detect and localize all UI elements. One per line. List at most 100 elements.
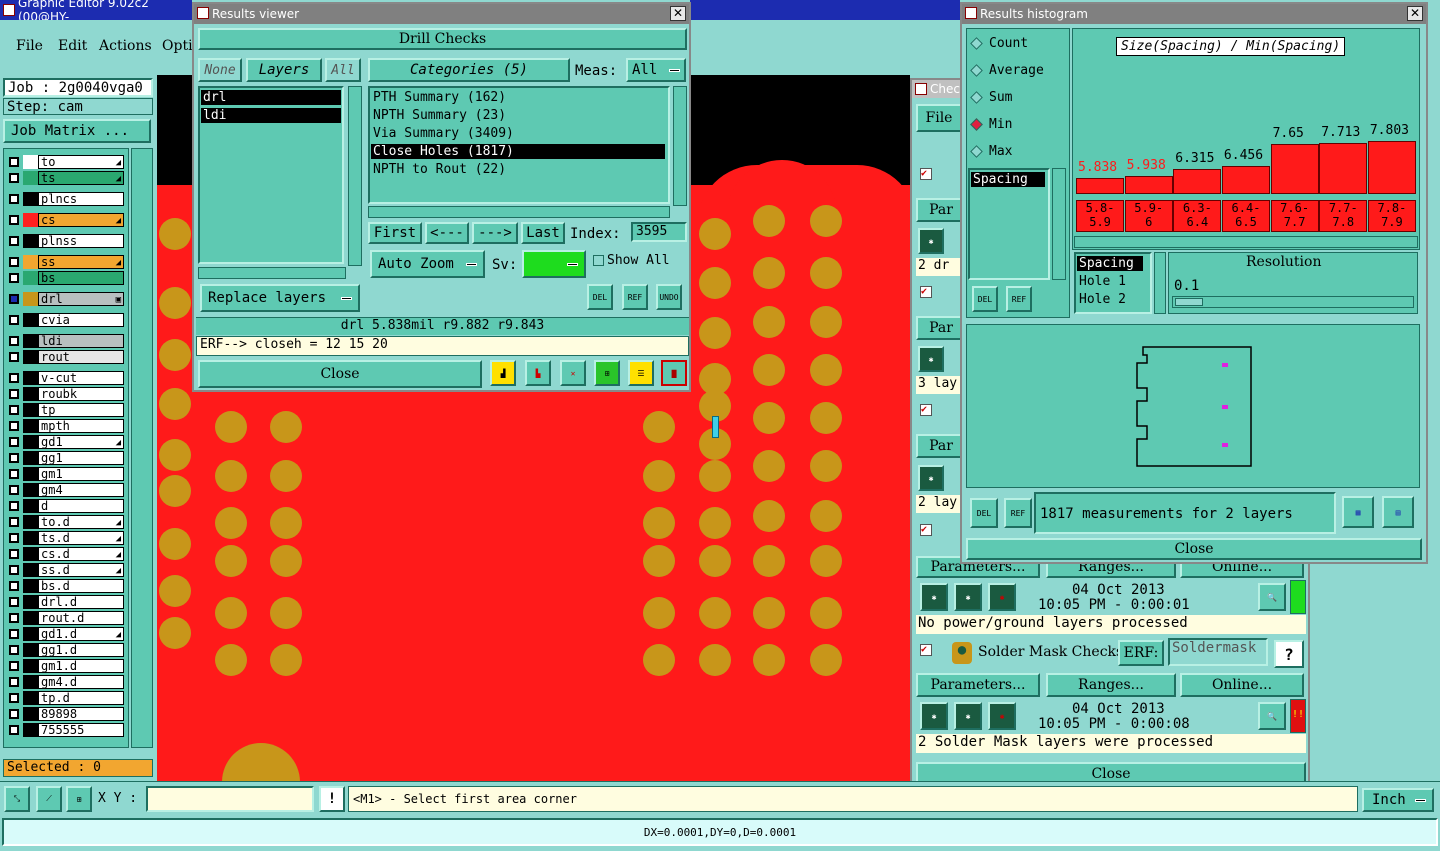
layer-checkbox[interactable] — [6, 611, 22, 625]
rv-layer-item-drl[interactable]: drl — [201, 90, 341, 105]
rv-close-button[interactable]: Close — [198, 360, 482, 388]
hist-bin-label[interactable]: 7.6- 7.7 — [1270, 200, 1319, 232]
checks-run-icon-b1[interactable]: ✱ — [920, 702, 948, 730]
rv-del-button[interactable]: DEL — [587, 284, 613, 310]
layer-checkbox[interactable] — [6, 271, 22, 285]
rv-category-item[interactable]: PTH Summary (162) — [371, 90, 665, 105]
rv-categories-button[interactable]: Categories (5) — [368, 58, 570, 82]
hist-bar[interactable] — [1221, 166, 1271, 194]
rv-category-vscroll[interactable] — [673, 86, 687, 206]
layer-row-d[interactable]: d — [6, 499, 124, 513]
checks-par-2[interactable]: Par — [916, 316, 966, 340]
grid-icon[interactable]: ⊞ — [66, 786, 92, 812]
layer-checkbox[interactable] — [6, 403, 22, 417]
rv-sv-select[interactable] — [522, 250, 586, 278]
hist-bar[interactable] — [1076, 178, 1125, 194]
layer-row-gm4[interactable]: gm4 — [6, 483, 124, 497]
layer-checkbox[interactable] — [6, 192, 22, 206]
layer-row-89898[interactable]: 89898 — [6, 707, 124, 721]
checks-zoom-icon-2[interactable]: 🔍 — [1258, 702, 1286, 730]
hist-ref-button-2[interactable]: REF — [1004, 498, 1032, 528]
soldermask-erf-button[interactable]: ERF: — [1118, 640, 1164, 666]
rv-next-button[interactable]: ---> — [472, 222, 518, 244]
layer-checkbox[interactable] — [6, 531, 22, 545]
rv-tool-icon-4[interactable]: ⊞ — [594, 360, 620, 386]
rv-category-hscroll[interactable] — [368, 206, 670, 218]
hist-ref-button-1[interactable]: REF — [1006, 286, 1032, 312]
hist-bar[interactable] — [1124, 176, 1173, 194]
layer-row-gd1[interactable]: gd1 ◢ — [6, 435, 124, 449]
layer-checkbox[interactable] — [6, 313, 22, 327]
rv-close-icon[interactable]: ✕ — [670, 6, 686, 21]
checks-vscroll[interactable] — [1308, 580, 1310, 750]
hist-del-button-2[interactable]: DEL — [970, 498, 998, 528]
rv-layer-hscroll[interactable] — [198, 267, 346, 279]
layer-checkbox[interactable] — [6, 563, 22, 577]
rv-tool-icon-3[interactable]: ✕ — [560, 360, 586, 386]
layer-row-ldi[interactable]: ldi — [6, 334, 124, 348]
measure-icon[interactable]: ⟋ — [36, 786, 62, 812]
zoom-area-icon[interactable]: ⤡ — [4, 786, 30, 812]
layer-row-ss-d[interactable]: ss.d ◢ — [6, 563, 124, 577]
checks-ranges-button-2[interactable]: Ranges... — [1046, 673, 1176, 697]
rv-show-all-checkbox[interactable] — [593, 255, 604, 266]
hist-spacing-hole-item-2[interactable]: Hole 2 — [1077, 292, 1126, 307]
alert-icon[interactable]: ! — [319, 786, 345, 812]
layer-checkbox[interactable] — [6, 691, 22, 705]
layer-row-to[interactable]: to ◢ — [6, 155, 124, 169]
checks-run-icon-3[interactable]: ✱ — [918, 465, 944, 491]
layer-checkbox[interactable] — [6, 419, 22, 433]
layer-row-plnss[interactable]: plnss — [6, 234, 124, 248]
checks-row1-check[interactable]: ✔ — [920, 168, 932, 180]
layer-row-gm1-d[interactable]: gm1.d — [6, 659, 124, 673]
rv-category-item[interactable]: Close Holes (1817) — [371, 144, 665, 159]
layer-checkbox[interactable] — [6, 675, 22, 689]
rv-last-button[interactable]: Last — [521, 222, 565, 244]
menu-edit[interactable]: Edit — [58, 38, 87, 54]
soldermask-check[interactable]: ✔ — [920, 644, 932, 656]
layer-row-drl[interactable]: drl ▣ — [6, 292, 124, 306]
hist-bar[interactable] — [1367, 141, 1416, 194]
rv-tool-icon-2[interactable]: ▙ — [525, 360, 551, 386]
layer-checkbox[interactable] — [6, 371, 22, 385]
layer-row-gg1[interactable]: gg1 — [6, 451, 124, 465]
hist-export-icon-1[interactable]: ▦ — [1342, 496, 1374, 528]
layer-checkbox[interactable] — [6, 451, 22, 465]
layer-checkbox[interactable] — [6, 155, 22, 169]
rv-first-button[interactable]: First — [368, 222, 422, 244]
checks-run-icon-1[interactable]: ✱ — [918, 228, 944, 254]
checks-row4-check[interactable]: ✔ — [920, 524, 932, 536]
soldermask-help-button[interactable]: ? — [1274, 640, 1304, 668]
checks-run-icon-b3[interactable]: ✱ — [988, 702, 1016, 730]
rv-none-button[interactable]: None — [198, 58, 242, 82]
rv-tool-icon-5[interactable]: ☰ — [628, 360, 654, 386]
checks-parameters-button-2[interactable]: Parameters... — [916, 673, 1040, 697]
layer-checkbox[interactable] — [6, 387, 22, 401]
layer-checkbox[interactable] — [6, 643, 22, 657]
hist-bin-label[interactable]: 5.8- 5.9 — [1076, 200, 1125, 232]
rv-replace-layers-select[interactable]: Replace layers — [200, 284, 360, 312]
hist-close-icon[interactable]: ✕ — [1407, 6, 1423, 21]
layer-checkbox[interactable] — [6, 499, 22, 513]
hist-radio-sum[interactable]: Sum — [970, 90, 1012, 105]
layer-checkbox[interactable] — [6, 547, 22, 561]
rv-undo-button[interactable]: UNDO — [656, 284, 682, 310]
layer-checkbox[interactable] — [6, 627, 22, 641]
layer-row-drl-d[interactable]: drl.d — [6, 595, 124, 609]
layer-scroll[interactable] — [131, 148, 153, 748]
layer-row-ss[interactable]: ss ◢ — [6, 255, 124, 269]
checks-file-menu[interactable]: File — [916, 104, 962, 132]
layer-row-v-cut[interactable]: v-cut — [6, 371, 124, 385]
checks-par-1[interactable]: Par — [916, 198, 966, 222]
rv-layer-vscroll[interactable] — [348, 86, 362, 266]
layer-row-cs[interactable]: cs ◢ — [6, 213, 124, 227]
layer-checkbox[interactable] — [6, 213, 22, 227]
layer-row-to-d[interactable]: to.d ◢ — [6, 515, 124, 529]
layer-row-bs-d[interactable]: bs.d — [6, 579, 124, 593]
checks-run-icon-b2[interactable]: ✱ — [954, 702, 982, 730]
layer-row-mpth[interactable]: mpth — [6, 419, 124, 433]
checks-par-3[interactable]: Par — [916, 434, 966, 458]
layer-row-cs-d[interactable]: cs.d ◢ — [6, 547, 124, 561]
rv-tool-icon-1[interactable]: ▟ — [490, 360, 516, 386]
hist-bin-label[interactable]: 7.7- 7.8 — [1319, 200, 1368, 232]
